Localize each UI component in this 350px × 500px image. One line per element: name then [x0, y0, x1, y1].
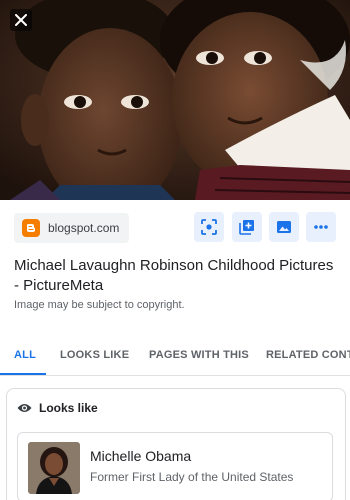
more-options-button[interactable] — [306, 212, 336, 242]
source-domain: blogspot.com — [48, 221, 120, 235]
looks-like-card: Looks like Michelle Obama Former First L… — [6, 388, 346, 500]
copyright-note: Image may be subject to copyright. — [14, 299, 185, 311]
result-image[interactable] — [0, 0, 350, 200]
source-link[interactable]: blogspot.com — [14, 213, 130, 243]
entity-thumbnail — [28, 442, 80, 494]
child-portrait-photo — [0, 0, 350, 200]
image-icon — [277, 221, 291, 233]
more-dots-icon — [314, 225, 328, 229]
close-button[interactable] — [10, 9, 32, 31]
lens-icon — [201, 219, 217, 235]
tab-all[interactable]: ALL — [14, 340, 36, 375]
tab-pages-with-this[interactable]: PAGES WITH THIS — [149, 340, 249, 375]
entity-description: Former First Lady of the United States — [90, 470, 294, 484]
eye-icon — [17, 404, 32, 412]
lens-search-button[interactable] — [194, 212, 224, 242]
add-collection-icon — [239, 220, 254, 235]
looks-like-heading: Looks like — [39, 401, 98, 415]
tab-looks-like[interactable]: LOOKS LIKE — [60, 340, 129, 375]
entity-result[interactable]: Michelle Obama Former First Lady of the … — [17, 432, 333, 500]
close-icon — [15, 14, 27, 26]
view-image-button[interactable] — [269, 212, 299, 242]
source-row: blogspot.com — [0, 200, 350, 256]
tab-bar: ALL LOOKS LIKE PAGES WITH THIS RELATED C… — [0, 340, 350, 376]
result-title[interactable]: Michael Lavaughn Robinson Childhood Pict… — [14, 256, 340, 296]
looks-like-header: Looks like — [17, 401, 98, 415]
active-tab-indicator — [0, 373, 46, 375]
blogger-icon — [22, 219, 40, 237]
add-to-collection-button[interactable] — [232, 212, 262, 242]
tab-related-content[interactable]: RELATED CONTENT — [266, 340, 350, 375]
entity-name: Michelle Obama — [90, 448, 192, 464]
